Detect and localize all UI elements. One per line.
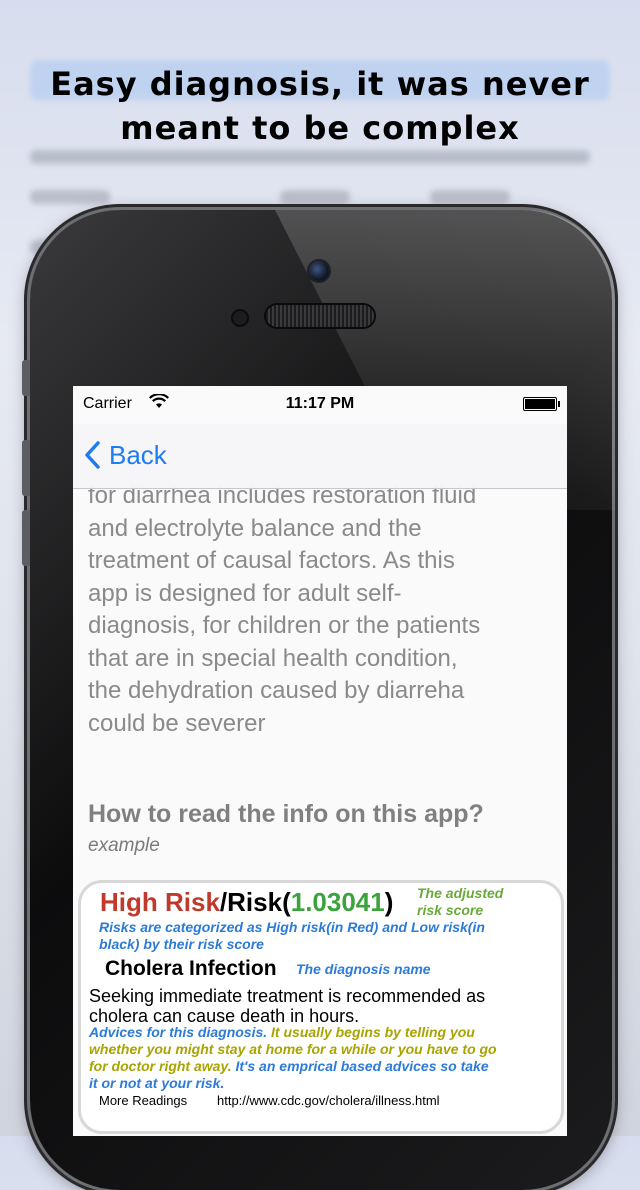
- chevron-left-icon: [85, 441, 100, 469]
- diagnosis-name: Cholera Infection: [105, 957, 277, 980]
- back-button[interactable]: Back: [83, 438, 167, 472]
- advice-note: Advices for this diagnosis. It usually b…: [89, 1024, 551, 1092]
- risk-heading: High Risk/Risk(1.03041): [100, 887, 393, 918]
- navigation-bar: Back: [73, 424, 567, 489]
- phone-screen: Carrier 11:17 PM Back for diarrhea inclu…: [73, 386, 567, 1136]
- adjusted-score-note: The adjusted risk score: [417, 885, 557, 919]
- mute-switch: [22, 360, 30, 396]
- risk-score: 1.03041: [290, 887, 385, 917]
- category-note-line: Risks are categorized as High risk(in Re…: [99, 919, 485, 935]
- article-body: for diarrhea includes restoration fluid …: [88, 480, 558, 740]
- risk-separator: /Risk(: [219, 887, 291, 917]
- proximity-sensor: [233, 311, 247, 325]
- headline-line-2: meant to be complex: [120, 109, 520, 147]
- body-line: and electrolyte balance and the: [88, 514, 422, 542]
- advice-line: Seeking immediate treatment is recommend…: [89, 986, 486, 1006]
- back-label: Back: [109, 439, 167, 470]
- body-line: could be severer: [88, 709, 266, 737]
- advice-line: cholera can cause death in hours.: [89, 1006, 360, 1026]
- adjusted-note-line: The adjusted: [417, 885, 504, 901]
- advice-note-segment: Advices for this diagnosis.: [89, 1024, 268, 1040]
- risk-close: ): [384, 887, 394, 917]
- body-line: app is designed for adult self-: [88, 579, 402, 607]
- clock: 11:17 PM: [285, 395, 355, 412]
- body-line: treatment of causal factors. As this: [88, 547, 455, 574]
- section-subtitle: example: [88, 835, 160, 856]
- category-note-line: black) by their risk score: [99, 936, 264, 952]
- advice-note-segment: whether you might stay at home for a whi…: [89, 1041, 497, 1057]
- status-bar: Carrier 11:17 PM: [73, 386, 567, 424]
- advice-note-segment: It's an emprical based advices so take: [231, 1058, 489, 1074]
- promo-headline: Easy diagnosis, it was never meant to be…: [0, 62, 640, 150]
- advice-note-segment: it or not at your risk.: [89, 1075, 225, 1091]
- volume-down-button: [22, 510, 30, 566]
- body-line: the dehydration caused by diarreha: [88, 677, 465, 704]
- advice-note-segment: It usually begins by telling you: [267, 1024, 475, 1040]
- more-readings-label: More Readings: [99, 1093, 188, 1108]
- more-readings-link[interactable]: http://www.cdc.gov/cholera/illness.html: [217, 1093, 440, 1108]
- adjusted-note-line: risk score: [417, 902, 484, 918]
- advice-note-segment: for doctor right away.: [89, 1058, 232, 1074]
- body-line: diagnosis, for children or the patients: [88, 612, 481, 639]
- diagnosis-note: The diagnosis name: [296, 961, 431, 977]
- body-line: that are in special health condition,: [88, 644, 458, 672]
- volume-up-button: [22, 440, 30, 496]
- risk-level: High Risk: [100, 887, 220, 917]
- front-camera: [309, 261, 329, 281]
- example-card: High Risk/Risk(1.03041) The adjusted ris…: [78, 880, 564, 1134]
- battery-icon: [523, 397, 560, 411]
- headline-line-1: Easy diagnosis, it was never: [50, 65, 590, 103]
- section-title: How to read the info on this app?: [88, 800, 484, 828]
- advice-text: Seeking immediate treatment is recommend…: [89, 986, 559, 1026]
- category-note: Risks are categorized as High risk(in Re…: [99, 919, 539, 953]
- earpiece-speaker: [266, 305, 374, 327]
